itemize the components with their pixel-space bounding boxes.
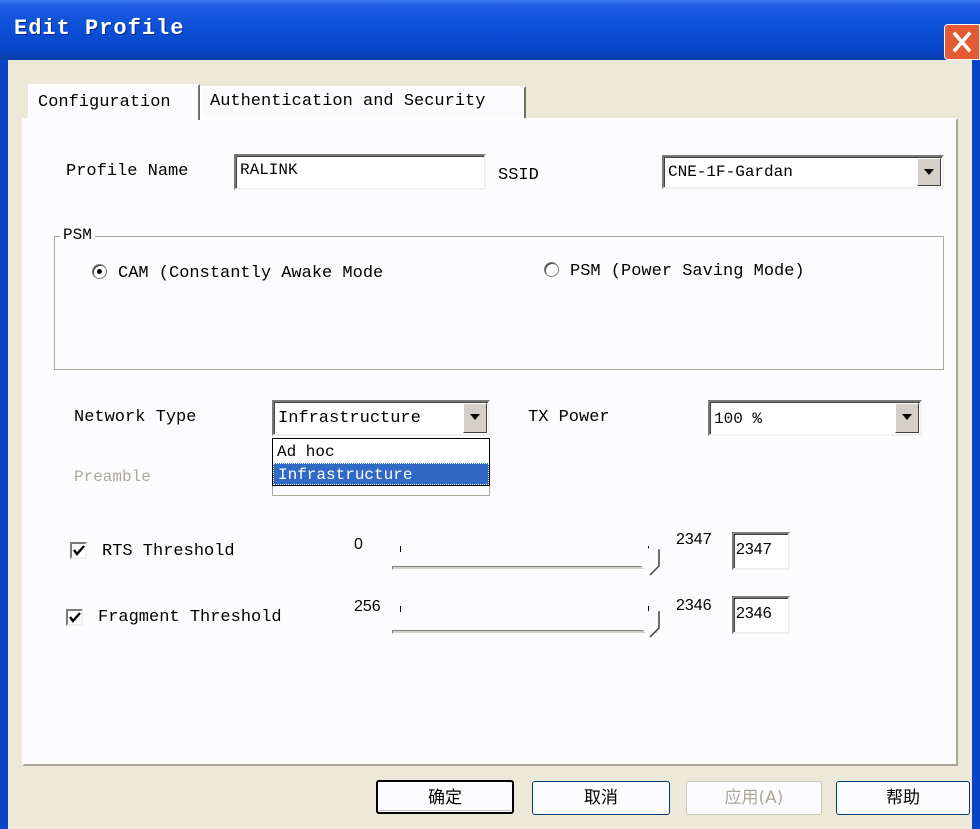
- network-type-value: Infrastructure: [278, 409, 421, 428]
- network-type-dropdown-list[interactable]: Ad hoc Infrastructure: [272, 438, 490, 486]
- tx-power-value: 100 %: [714, 410, 763, 428]
- radio-cam-dot: [97, 269, 102, 274]
- fragment-value-input[interactable]: 2346: [732, 596, 790, 634]
- tx-power-combobox[interactable]: 100 %: [708, 400, 922, 436]
- tab-authentication-security[interactable]: Authentication and Security: [200, 86, 526, 118]
- fragment-min-label: 256: [354, 598, 381, 615]
- chevron-down-icon: [924, 169, 934, 175]
- window-title: Edit Profile: [14, 16, 185, 41]
- tx-power-label: TX Power: [528, 408, 610, 427]
- ssid-dropdown-button[interactable]: [917, 158, 941, 186]
- rts-slider-track[interactable]: [392, 566, 658, 570]
- tx-power-dropdown-button[interactable]: [895, 403, 919, 433]
- help-button[interactable]: 帮助: [836, 781, 970, 815]
- profile-name-label: Profile Name: [66, 162, 189, 181]
- ssid-label: SSID: [498, 166, 539, 185]
- ssid-combobox[interactable]: CNE-1F-Gardan: [662, 155, 944, 189]
- title-bar[interactable]: Edit Profile: [0, 0, 980, 60]
- rts-threshold-checkbox[interactable]: [70, 542, 87, 559]
- radio-psm[interactable]: [544, 262, 559, 277]
- fragment-max-label: 2346: [676, 597, 712, 614]
- fragment-slider-tick-min: [400, 606, 401, 612]
- tab-configuration[interactable]: Configuration: [28, 84, 200, 120]
- radio-psm-label[interactable]: PSM (Power Saving Mode): [570, 262, 805, 281]
- fragment-threshold-label[interactable]: Fragment Threshold: [98, 608, 282, 627]
- cancel-button[interactable]: 取消: [532, 781, 670, 815]
- radio-cam[interactable]: [92, 264, 107, 279]
- window-frame-left: [0, 60, 8, 829]
- close-icon: [952, 31, 972, 53]
- edit-profile-dialog: Edit Profile Configuration Authenticatio…: [0, 0, 980, 829]
- psm-group-legend: PSM: [60, 226, 95, 244]
- radio-cam-label[interactable]: CAM (Constantly Awake Mode: [118, 264, 383, 283]
- profile-name-value: RALINK: [240, 161, 298, 179]
- checkmark-icon: [73, 545, 85, 556]
- profile-name-input[interactable]: RALINK: [234, 154, 486, 190]
- fragment-slider-thumb[interactable]: [640, 610, 660, 638]
- rts-threshold-label[interactable]: RTS Threshold: [102, 542, 235, 561]
- rts-min-label: 0: [354, 536, 363, 553]
- rts-value: 2347: [736, 541, 772, 558]
- preamble-label: Preamble: [74, 468, 151, 486]
- checkmark-icon: [69, 612, 81, 623]
- rts-slider-thumb[interactable]: [640, 548, 660, 576]
- ssid-value: CNE-1F-Gardan: [668, 163, 793, 181]
- apply-button: 应用(A): [686, 781, 822, 815]
- network-type-combobox[interactable]: Infrastructure: [272, 400, 490, 436]
- window-frame-right: [972, 60, 980, 829]
- tab-configuration-label: Configuration: [38, 93, 171, 112]
- dropdown-option-infrastructure[interactable]: Infrastructure: [273, 463, 489, 485]
- rts-value-input[interactable]: 2347: [732, 532, 790, 570]
- fragment-threshold-checkbox[interactable]: [66, 609, 83, 626]
- tab-panel-configuration: [22, 118, 958, 766]
- chevron-down-icon: [902, 414, 912, 420]
- fragment-value: 2346: [736, 605, 772, 622]
- tab-authentication-security-label: Authentication and Security: [210, 92, 486, 111]
- rts-slider-tick-min: [400, 546, 401, 552]
- psm-groupbox: [54, 236, 944, 370]
- close-button[interactable]: [944, 24, 980, 60]
- network-type-label: Network Type: [74, 408, 197, 427]
- rts-max-label: 2347: [676, 531, 712, 548]
- chevron-down-icon: [470, 414, 480, 420]
- fragment-slider-track[interactable]: [392, 630, 658, 634]
- network-type-dropdown-button[interactable]: [463, 403, 487, 433]
- dropdown-option-ad-hoc[interactable]: Ad hoc: [273, 441, 489, 463]
- ok-button[interactable]: 确定: [376, 780, 514, 814]
